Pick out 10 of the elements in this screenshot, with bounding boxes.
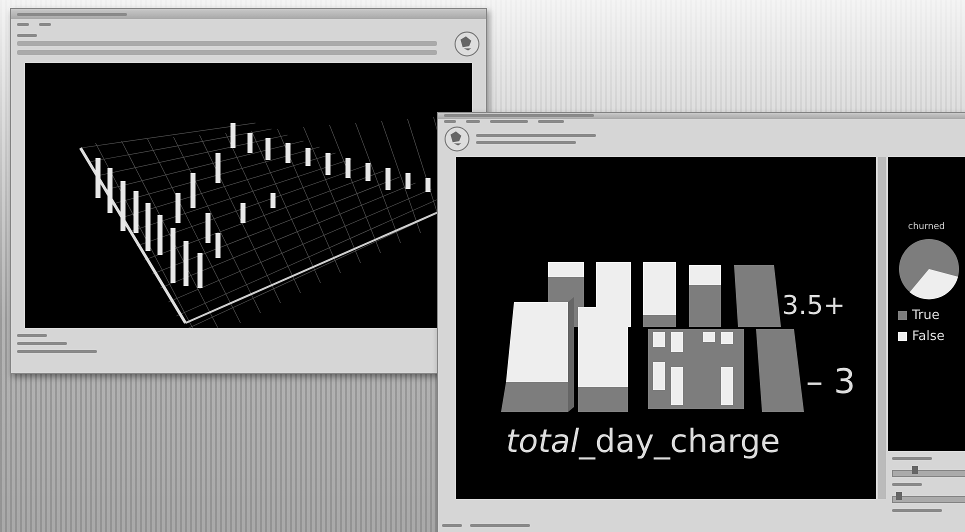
axis-label: total_day_charge xyxy=(506,425,780,457)
slider-thumb[interactable] xyxy=(912,466,918,474)
pie-chart-drawing xyxy=(898,238,960,300)
legend-title: churned xyxy=(908,222,945,232)
range-label: – 3 xyxy=(806,365,856,399)
slider-thumb[interactable] xyxy=(896,492,902,500)
legend-label: True xyxy=(912,308,940,323)
legend-label: False xyxy=(912,329,945,344)
range-label: 3.5+ xyxy=(782,293,846,319)
scrollbar[interactable] xyxy=(878,157,886,499)
